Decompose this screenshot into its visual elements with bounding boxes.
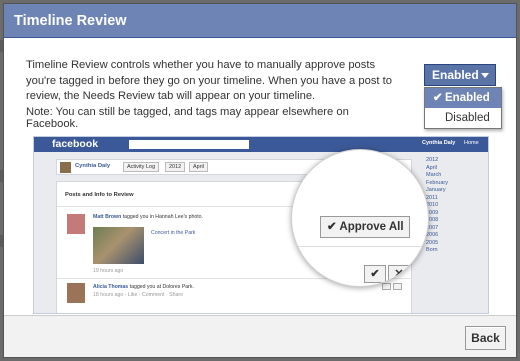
side-link: Born	[426, 247, 438, 253]
side-link: February	[426, 179, 449, 186]
timeline-review-dropdown-button[interactable]: Enabled	[424, 64, 496, 86]
dropdown-option-enabled[interactable]: ✔ Enabled	[425, 88, 501, 108]
side-link: 2008	[426, 217, 439, 223]
dialog-title: Timeline Review	[4, 4, 516, 38]
check-icon: ✔	[433, 92, 443, 104]
row1-action: tagged you in Hannah Lee's photo.	[122, 214, 204, 220]
side-link: 2005	[426, 239, 439, 246]
check-icon: ✔	[370, 268, 380, 280]
avatar	[60, 162, 71, 173]
avatar	[67, 283, 85, 303]
row2-name: Alicia Thomas	[93, 284, 129, 290]
row2-time: 18 hours ago · Like · Comment · Share	[93, 292, 183, 298]
search-input	[129, 140, 249, 149]
month-pill: April	[189, 162, 209, 172]
row1-link: Concert in the Park	[151, 230, 196, 236]
check-icon: ✔	[327, 221, 337, 233]
approve-all-label: Approve All	[339, 221, 404, 233]
side-link: January	[426, 187, 446, 193]
approve-small-button	[382, 283, 391, 290]
remove-small-button	[393, 283, 402, 290]
tagged-photo	[93, 227, 144, 264]
top-bar-user: Cynthia Daly	[422, 140, 456, 146]
side-link: 2009	[426, 209, 439, 216]
side-link: 2012	[426, 157, 439, 163]
dialog-footer: Back	[4, 315, 516, 357]
dropdown-menu: ✔ Enabled Disabled	[424, 87, 502, 129]
dropdown-option-label: Disabled	[445, 112, 490, 124]
dropdown-option-disabled[interactable]: Disabled	[425, 108, 501, 128]
row1-text: Matt Brown tagged you in Hannah Lee's ph…	[93, 214, 203, 220]
side-link: 2007	[426, 224, 439, 231]
row2-text: Alicia Thomas tagged you at Dolores Park…	[93, 284, 194, 290]
dropdown-option-label: Enabled	[445, 92, 490, 104]
side-link: April	[426, 164, 438, 171]
avatar	[67, 214, 85, 234]
row1-time: 19 hours ago	[93, 268, 124, 274]
chevron-down-icon	[481, 73, 489, 78]
facebook-top-bar: facebook Cynthia Daly Home	[34, 137, 488, 152]
side-link: 2010	[426, 202, 439, 208]
back-button[interactable]: Back	[465, 326, 506, 350]
dialog-body: Timeline Review controls whether you hav…	[4, 38, 516, 314]
year-pill: 2012	[165, 162, 186, 172]
dropdown-selected-label: Enabled	[432, 68, 479, 82]
row1-name: Matt Brown	[93, 214, 122, 220]
approve-all-button: ✔ Approve All	[320, 216, 410, 238]
close-icon: ✕	[394, 268, 404, 280]
row2-action: tagged you at Dolores Park.	[129, 284, 194, 290]
side-link: 2006	[426, 232, 439, 238]
top-bar-home: Home	[464, 140, 479, 146]
note-text: Note: You can still be tagged, and tags …	[26, 106, 349, 130]
timeline-name: Cynthia Daly	[75, 163, 111, 169]
timeline-review-dialog: Timeline Review Timeline Review controls…	[3, 3, 517, 358]
facebook-logo: facebook	[52, 138, 99, 150]
timeline-side-nav: 2012 April March February January 2011 2…	[426, 157, 471, 255]
hide-post-button: ✕	[388, 265, 410, 283]
side-link: 2011	[426, 194, 438, 201]
side-link: March	[426, 172, 442, 178]
description-text: Timeline Review controls whether you hav…	[26, 59, 392, 102]
approve-post-button: ✔	[364, 265, 386, 283]
magnifier-callout: ✔ Approve All ✔ ✕	[291, 149, 429, 287]
divider	[292, 246, 428, 247]
panel-title: Posts and Info to Review	[65, 192, 134, 198]
activity-log-pill: Activity Log	[123, 162, 160, 172]
